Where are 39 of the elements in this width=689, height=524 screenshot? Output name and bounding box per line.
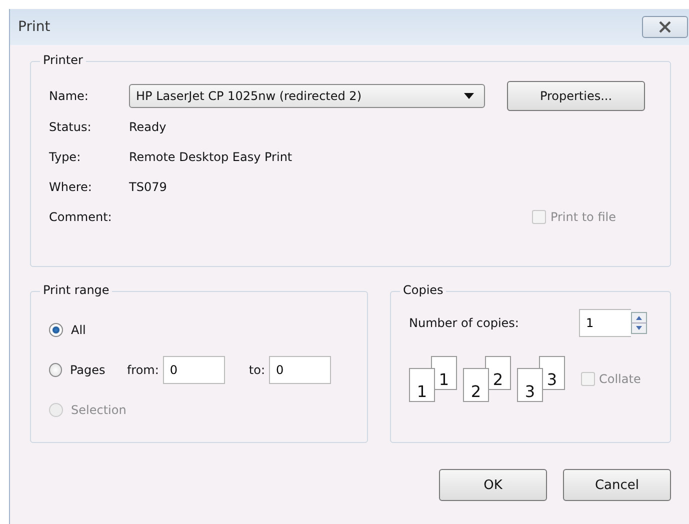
page-number: 3	[524, 383, 536, 401]
radio-label: Pages	[70, 363, 106, 377]
dialog-button[interactable]: Cancel	[563, 469, 671, 501]
field-label: from:	[126, 363, 159, 377]
copies-field[interactable]: 1	[579, 309, 631, 337]
info-label: Type:	[49, 150, 82, 164]
close-icon	[658, 21, 672, 33]
dialog-button[interactable]: OK	[439, 469, 547, 501]
page-number: 3	[546, 371, 558, 389]
page-number: 2	[470, 383, 482, 401]
printer-dropdown[interactable]: HP LaserJet CP 1025nw (redirected 2)	[129, 84, 485, 108]
group-title: Printer	[40, 53, 86, 67]
properties-button[interactable]: Properties...	[507, 81, 645, 111]
page-number: 1	[438, 371, 450, 389]
info-label: Status:	[49, 120, 92, 134]
window-title: Print	[18, 19, 50, 35]
spinner-arrows-icon	[631, 312, 647, 334]
info-value: Ready	[129, 120, 166, 134]
page-number: 2	[492, 371, 504, 389]
page-number: 1	[416, 383, 428, 401]
radio-button[interactable]	[49, 323, 63, 337]
group-title: Copies	[400, 283, 446, 297]
field-label: to:	[248, 363, 265, 377]
group-title: Print range	[40, 283, 112, 297]
radio-label: All	[71, 323, 87, 337]
close-button[interactable]	[642, 16, 688, 38]
info-value: TS079	[129, 180, 167, 194]
checkbox-label: Collate	[599, 372, 641, 386]
radio-button[interactable]	[49, 363, 62, 377]
radio-label: Selection	[71, 403, 128, 417]
page-number-field[interactable]: 0	[269, 356, 331, 384]
info-value: Remote Desktop Easy Print	[129, 150, 292, 164]
field-label: Number of copies:	[409, 316, 520, 330]
field-label: Name:	[49, 89, 90, 103]
checkbox-label: Print to file	[550, 210, 616, 224]
page-number-field[interactable]: 0	[162, 356, 225, 384]
info-label: Comment:	[49, 210, 113, 224]
dropdown-arrow-icon	[464, 93, 474, 99]
info-label: Where:	[49, 180, 93, 194]
